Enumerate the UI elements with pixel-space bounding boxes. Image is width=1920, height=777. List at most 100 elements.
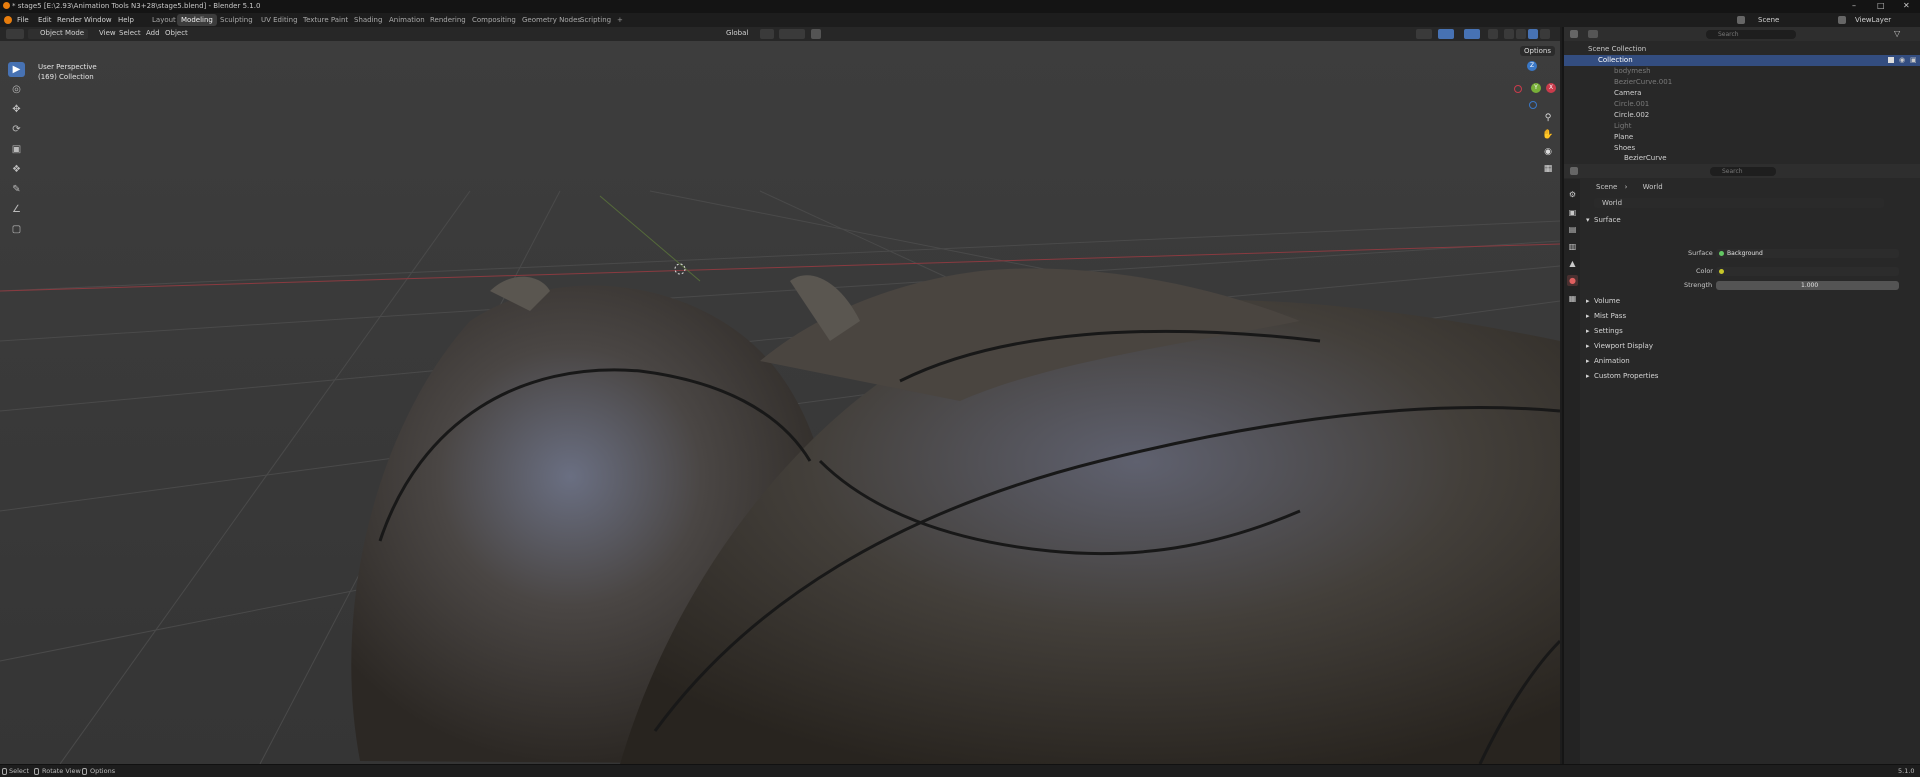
outliner-editor-icon[interactable] [1570, 30, 1578, 38]
tab-layout[interactable]: Layout [148, 14, 180, 26]
outliner-item-row[interactable]: Light [1564, 121, 1920, 132]
zoom-icon[interactable]: ⚲ [1541, 111, 1555, 125]
menu-view[interactable]: View [97, 29, 118, 39]
menu-window[interactable]: Window [84, 16, 112, 24]
viewlayer-selector[interactable]: ViewLayer [1855, 16, 1891, 24]
eye-icon[interactable]: ◉ [1899, 56, 1905, 64]
surface-panel-header[interactable]: ▾ Surface [1582, 214, 1920, 228]
menu-select[interactable]: Select [117, 29, 143, 39]
x-axis-handle[interactable]: X [1546, 83, 1556, 93]
y-axis-handle[interactable]: Y [1531, 83, 1541, 93]
scale-tool-icon[interactable]: ▣ [8, 142, 25, 157]
options-button[interactable]: Options [1520, 46, 1556, 56]
z-axis-handle[interactable]: Z [1527, 61, 1537, 71]
outliner-item-row[interactable]: Circle.001 [1564, 99, 1920, 110]
overlay-toggle[interactable] [1464, 29, 1480, 39]
menu-file[interactable]: File [17, 16, 29, 24]
3d-viewport[interactable]: Z X Y [0, 41, 1560, 764]
tab-shading[interactable]: Shading [350, 14, 386, 26]
world-tab-icon[interactable]: ● [1567, 275, 1578, 286]
outliner-collection-row[interactable]: Collection ◉ ▣ [1564, 55, 1920, 66]
strength-field[interactable]: 1.000 [1716, 281, 1899, 290]
move-tool-icon[interactable]: ✥ [8, 102, 25, 117]
breadcrumb-scene[interactable]: Scene [1596, 183, 1617, 191]
camera-restrict-icon[interactable]: ▣ [1910, 56, 1917, 64]
collection-tab-icon[interactable]: ▦ [1567, 293, 1578, 304]
outliner-search[interactable]: Search [1706, 30, 1796, 39]
shading-wireframe[interactable] [1504, 29, 1514, 39]
neg-x-axis-handle[interactable] [1514, 85, 1522, 93]
transform-orientation[interactable]: Global [724, 29, 750, 39]
tab-uv-editing[interactable]: UV Editing [257, 14, 302, 26]
animation-panel-header[interactable]: ▸ Animation [1582, 355, 1920, 369]
add-workspace-button[interactable]: + [617, 16, 623, 24]
neg-z-axis-handle[interactable] [1529, 101, 1537, 109]
minimize-icon[interactable]: – [1852, 1, 1856, 10]
visibility-button[interactable] [1416, 29, 1432, 39]
display-mode-icon[interactable] [1588, 30, 1598, 38]
viewport-scene[interactable] [0, 41, 1560, 764]
outliner-item-row[interactable]: bodymesh [1564, 66, 1920, 77]
navigation-gizmo[interactable]: Z X Y [1508, 61, 1558, 111]
volume-panel-header[interactable]: ▸ Volume [1582, 295, 1920, 309]
custom-properties-panel-header[interactable]: ▸ Custom Properties [1582, 370, 1920, 384]
menu-help[interactable]: Help [118, 16, 134, 24]
render-tab-icon[interactable]: ▣ [1567, 207, 1578, 218]
tab-modeling[interactable]: Modeling [177, 14, 217, 26]
menu-object[interactable]: Object [163, 29, 190, 39]
cursor-tool-icon[interactable]: ◎ [8, 82, 25, 97]
select-box-tool-icon[interactable]: ▶ [8, 62, 25, 77]
filter-icon[interactable]: ▽ [1894, 29, 1900, 38]
rotate-tool-icon[interactable]: ⟳ [8, 122, 25, 137]
breadcrumb-world[interactable]: World [1643, 183, 1663, 191]
tab-scripting[interactable]: Scripting [576, 14, 615, 26]
maximize-icon[interactable]: □ [1877, 1, 1885, 10]
menu-edit[interactable]: Edit [38, 16, 52, 24]
color-field[interactable] [1716, 267, 1899, 276]
outliner-item-row[interactable]: BezierCurve [1564, 153, 1920, 164]
view-layer-tab-icon[interactable]: ▥ [1567, 241, 1578, 252]
menu-render[interactable]: Render [57, 16, 82, 24]
outliner-item-row[interactable]: Camera [1564, 88, 1920, 99]
transform-tool-icon[interactable]: ❖ [8, 162, 25, 177]
world-datablock[interactable]: World [1594, 198, 1884, 208]
annotate-tool-icon[interactable]: ✎ [8, 182, 25, 197]
snap-button[interactable] [779, 29, 805, 39]
editor-type-button[interactable] [6, 29, 24, 39]
mist-pass-panel-header[interactable]: ▸ Mist Pass [1582, 310, 1920, 324]
checkbox-icon[interactable] [1888, 57, 1894, 63]
shading-solid[interactable] [1516, 29, 1526, 39]
tab-sculpting[interactable]: Sculpting [216, 14, 257, 26]
outliner-item-row[interactable]: BezierCurve.001 [1564, 77, 1920, 88]
measure-tool-icon[interactable]: ∠ [8, 202, 25, 217]
perspective-toggle-icon[interactable]: ▦ [1541, 162, 1555, 176]
surface-shader-field[interactable]: Background [1716, 249, 1899, 258]
pan-hand-icon[interactable]: ✋ [1541, 128, 1555, 142]
shading-material[interactable] [1528, 29, 1538, 39]
add-cube-tool-icon[interactable]: ▢ [8, 222, 25, 237]
scene-tab-icon[interactable]: ▲ [1567, 258, 1578, 269]
tab-texture-paint[interactable]: Texture Paint [299, 14, 352, 26]
xray-toggle[interactable] [1488, 29, 1498, 39]
shading-rendered[interactable] [1540, 29, 1550, 39]
world-name[interactable]: World [1602, 199, 1622, 207]
pivot-point-button[interactable] [760, 29, 774, 39]
tab-geometry-nodes[interactable]: Geometry Nodes [518, 14, 585, 26]
menu-add[interactable]: Add [144, 29, 162, 39]
scene-selector-icon[interactable] [1737, 16, 1745, 24]
tab-compositing[interactable]: Compositing [468, 14, 520, 26]
proportional-edit-button[interactable] [811, 29, 821, 39]
viewlayer-icon[interactable] [1838, 16, 1846, 24]
gizmo-toggle[interactable] [1438, 29, 1454, 39]
properties-editor-icon[interactable] [1570, 167, 1578, 175]
output-tab-icon[interactable]: ▤ [1567, 224, 1578, 235]
outliner-item-row[interactable]: Circle.002 [1564, 110, 1920, 121]
scene-selector[interactable]: Scene [1758, 16, 1779, 24]
settings-panel-header[interactable]: ▸ Settings [1582, 325, 1920, 339]
tool-tab-icon[interactable]: ⚙ [1567, 189, 1578, 200]
outliner-root-row[interactable]: Scene Collection [1564, 44, 1920, 55]
properties-search[interactable]: Search [1710, 167, 1776, 176]
tab-rendering[interactable]: Rendering [426, 14, 470, 26]
close-icon[interactable]: ✕ [1903, 1, 1910, 10]
outliner-item-row[interactable]: Plane [1564, 132, 1920, 143]
